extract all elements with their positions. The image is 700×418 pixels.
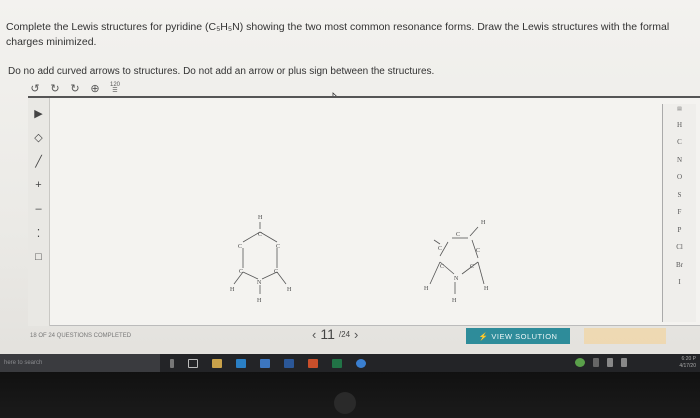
question-text: Complete the Lewis structures for pyridi… — [6, 21, 670, 48]
redo-icon[interactable]: ↻ — [48, 81, 62, 95]
next-question-button[interactable]: › — [354, 327, 358, 342]
os-taskbar: here to search 6:20 P 4/17/20 — [0, 354, 700, 372]
system-tray — [575, 358, 627, 367]
excel-icon[interactable] — [332, 358, 342, 368]
progress-status: 18 OF 24 QUESTIONS COMPLETED — [30, 333, 132, 339]
pyridine-structure-1[interactable]: H C C C C C N H H H — [230, 215, 292, 304]
top-toolbar: ↺ ↻ ↻ ⊕ 120 ☰ — [28, 80, 148, 96]
lone-pair-tool[interactable]: ⁚ — [31, 222, 47, 244]
bond-tool[interactable]: ╱ — [31, 150, 47, 172]
element-f[interactable]: F — [663, 204, 696, 222]
atom-c: C — [258, 232, 262, 238]
store-icon[interactable] — [260, 358, 270, 368]
microphone-icon[interactable] — [170, 358, 174, 368]
clock-time: 6:20 P — [681, 356, 696, 362]
clock-date: 4/17/20 — [679, 363, 696, 369]
word-icon[interactable] — [284, 358, 294, 368]
atom-h: H — [257, 298, 262, 304]
element-i[interactable]: I — [663, 274, 696, 292]
screen: Complete the Lewis structures for pyridi… — [0, 0, 700, 380]
taskbar-apps — [170, 358, 366, 368]
clock[interactable]: 6:20 P 4/17/20 — [679, 356, 696, 370]
element-p[interactable]: P — [663, 221, 696, 239]
volume-icon[interactable] — [621, 358, 627, 367]
atom-n: N — [257, 280, 262, 286]
atom-c: C — [476, 248, 480, 254]
atom-c: C — [438, 246, 442, 252]
positive-charge-tool[interactable]: + — [31, 174, 47, 196]
current-question-number: 11 — [320, 326, 335, 342]
hp-logo-icon — [334, 392, 356, 414]
select-tool[interactable]: ▶ — [31, 102, 47, 124]
molecule-drawing-area[interactable]: H C C C C C N H H H H C C C C C N H H H — [50, 100, 660, 324]
atom-c: C — [274, 269, 278, 275]
atom-h: H — [258, 215, 263, 221]
element-n[interactable]: N — [663, 151, 696, 169]
element-s[interactable]: S — [663, 186, 696, 204]
instruction-text: Do no add curved arrows to structures. D… — [8, 66, 435, 77]
prev-question-button[interactable]: ‹ — [312, 327, 316, 342]
zoom-bar-icon: ☰ — [112, 88, 118, 94]
palette-header-icon: ▤ — [677, 106, 682, 112]
view-solution-label: VIEW SOLUTION — [491, 331, 558, 341]
network-icon[interactable] — [607, 358, 613, 367]
undo-icon[interactable]: ↺ — [28, 81, 42, 95]
atom-c: C — [470, 264, 474, 270]
task-view-icon[interactable] — [188, 358, 198, 368]
atom-h: H — [481, 220, 486, 226]
edge-browser-icon[interactable] — [236, 358, 246, 368]
atom-c: C — [238, 244, 242, 250]
taskbar-search-input[interactable]: here to search — [0, 354, 160, 372]
element-br[interactable]: Br — [663, 256, 696, 274]
total-questions: /24 — [338, 329, 351, 339]
powerpoint-icon[interactable] — [308, 358, 318, 368]
app-check-icon[interactable] — [356, 358, 366, 368]
people-icon[interactable] — [593, 358, 599, 367]
question-pager: ‹ 11/24 › — [312, 326, 358, 342]
pyridine-structure-2[interactable]: H C C C C C N H H H — [424, 220, 489, 304]
atom-n: N — [454, 276, 459, 282]
view-solution-button[interactable]: ⚡ VIEW SOLUTION — [466, 328, 570, 344]
atom-c: C — [239, 269, 243, 275]
box-tool[interactable]: □ — [31, 246, 47, 268]
zoom-icon[interactable]: ⊕ — [88, 81, 102, 95]
atom-c: C — [276, 244, 280, 250]
lightning-icon: ⚡ — [478, 331, 489, 341]
atom-h: H — [287, 287, 292, 293]
file-explorer-icon[interactable] — [212, 358, 222, 368]
clear-icon[interactable]: ↻ — [68, 81, 82, 95]
atom-c: C — [456, 232, 460, 238]
eraser-tool[interactable]: ◇ — [31, 126, 47, 148]
element-o[interactable]: O — [663, 169, 696, 187]
atom-h: H — [424, 286, 429, 292]
element-c[interactable]: C — [663, 134, 696, 152]
app-circle-icon[interactable] — [575, 358, 585, 367]
atom-h: H — [230, 287, 235, 293]
atom-h: H — [452, 298, 457, 304]
element-cl[interactable]: Cl — [663, 239, 696, 257]
submit-answer-button[interactable] — [584, 328, 666, 344]
zoom-level-button[interactable]: 120 ☰ — [108, 81, 122, 95]
negative-charge-tool[interactable]: – — [31, 198, 47, 220]
element-h[interactable]: H — [663, 116, 696, 134]
atom-h: H — [484, 286, 489, 292]
atom-c: C — [440, 264, 444, 270]
element-palette: ▤ H C N O S F P Cl Br I — [662, 104, 696, 322]
left-toolbar: ▶ ◇ ╱ + – ⁚ □ — [28, 98, 50, 326]
